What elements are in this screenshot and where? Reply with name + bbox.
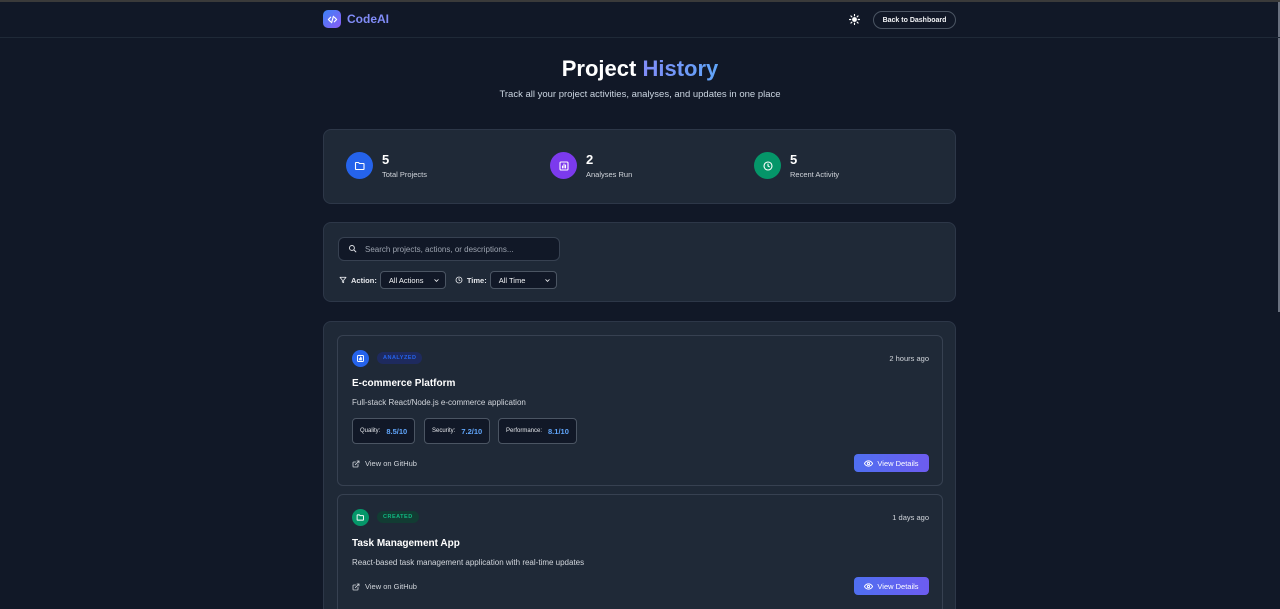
github-link[interactable]: View on GitHub <box>352 459 417 468</box>
eye-icon <box>864 582 874 590</box>
search-box[interactable] <box>338 237 560 261</box>
view-details-button[interactable]: View Details <box>854 577 929 595</box>
action-select-value: All Actions <box>388 275 424 285</box>
clock-icon <box>754 152 781 179</box>
stat-total-projects: 5 Total Projects <box>346 152 427 179</box>
stat-recent-activity: 5 Recent Activity <box>754 152 839 179</box>
activity-item: ANALYZED 2 hours ago E-commerce Platform… <box>337 335 943 486</box>
stats-card: 5 Total Projects 2 Analyses Run 5 Recent… <box>323 129 956 204</box>
clock-icon <box>455 271 463 289</box>
github-link-label: View on GitHub <box>365 459 417 468</box>
metric-value: 7.2/10 <box>461 426 483 436</box>
activity-time: 2 hours ago <box>889 354 929 363</box>
external-link-icon <box>352 583 360 590</box>
external-link-icon <box>352 460 360 467</box>
stat-label: Recent Activity <box>790 170 840 179</box>
eye-icon <box>864 459 874 467</box>
filter-row: Action: All Actions Time: All Time <box>339 271 557 289</box>
search-input[interactable] <box>365 244 555 254</box>
metric-label: Performance: <box>506 428 543 434</box>
filter-icon <box>339 271 347 289</box>
project-description: React-based task management application … <box>352 558 585 567</box>
action-filter-label: Action: <box>351 275 377 285</box>
github-link-label: View on GitHub <box>365 582 417 591</box>
metric-label: Quality: <box>360 428 381 434</box>
activity-list: ANALYZED 2 hours ago E-commerce Platform… <box>323 321 956 609</box>
activity-time: 1 days ago <box>892 513 929 522</box>
stat-label: Total Projects <box>382 170 428 179</box>
view-details-label: View Details <box>877 458 919 468</box>
stat-label: Analyses Run <box>586 170 633 179</box>
project-title: Task Management App <box>352 538 460 549</box>
folder-icon <box>346 152 373 179</box>
code-icon <box>323 10 341 28</box>
metric-security: Security: 7.2/10 <box>424 418 491 444</box>
view-details-label: View Details <box>877 581 919 591</box>
brand[interactable]: CodeAI <box>323 10 389 28</box>
folder-icon <box>352 509 369 526</box>
bar-chart-icon <box>550 152 577 179</box>
chevron-down-icon <box>545 278 550 282</box>
activity-item: CREATED 1 days ago Task Management App R… <box>337 494 943 609</box>
time-filter-label: Time: <box>466 275 487 285</box>
stat-value: 2 <box>586 152 594 167</box>
stat-analyses-run: 2 Analyses Run <box>550 152 632 179</box>
metric-label: Security: <box>432 428 456 434</box>
view-details-button[interactable]: View Details <box>854 454 929 472</box>
metric-value: 8.5/10 <box>386 426 408 436</box>
project-title: E-commerce Platform <box>352 378 456 389</box>
stat-value: 5 <box>790 152 798 167</box>
filters-card: Action: All Actions Time: All Time <box>323 222 956 302</box>
metric-quality: Quality: 8.5/10 <box>352 418 416 444</box>
page-title-main: Project <box>561 56 637 81</box>
metric-value: 8.1/10 <box>548 426 569 436</box>
search-icon <box>348 240 357 258</box>
time-select[interactable]: All Time <box>489 271 557 289</box>
page-subtitle: Track all your project activities, analy… <box>499 89 781 100</box>
sun-icon[interactable] <box>846 11 862 27</box>
project-description: Full-stack React/Node.js e-commerce appl… <box>352 398 526 407</box>
status-badge: CREATED <box>377 511 419 523</box>
top-nav: CodeAI Back to Dashboard <box>0 2 1280 38</box>
back-to-dashboard-button[interactable]: Back to Dashboard <box>873 11 956 29</box>
github-link[interactable]: View on GitHub <box>352 582 417 591</box>
status-badge: ANALYZED <box>377 352 423 364</box>
page-title: Project History <box>0 56 1280 82</box>
chevron-down-icon <box>434 278 439 282</box>
action-select[interactable]: All Actions <box>379 271 446 289</box>
brand-name: CodeAI <box>347 12 389 26</box>
bar-chart-icon <box>352 350 369 367</box>
time-select-value: All Time <box>498 275 526 285</box>
stat-value: 5 <box>382 152 390 167</box>
metric-performance: Performance: 8.1/10 <box>498 418 577 444</box>
page-title-accent: History <box>642 56 719 81</box>
